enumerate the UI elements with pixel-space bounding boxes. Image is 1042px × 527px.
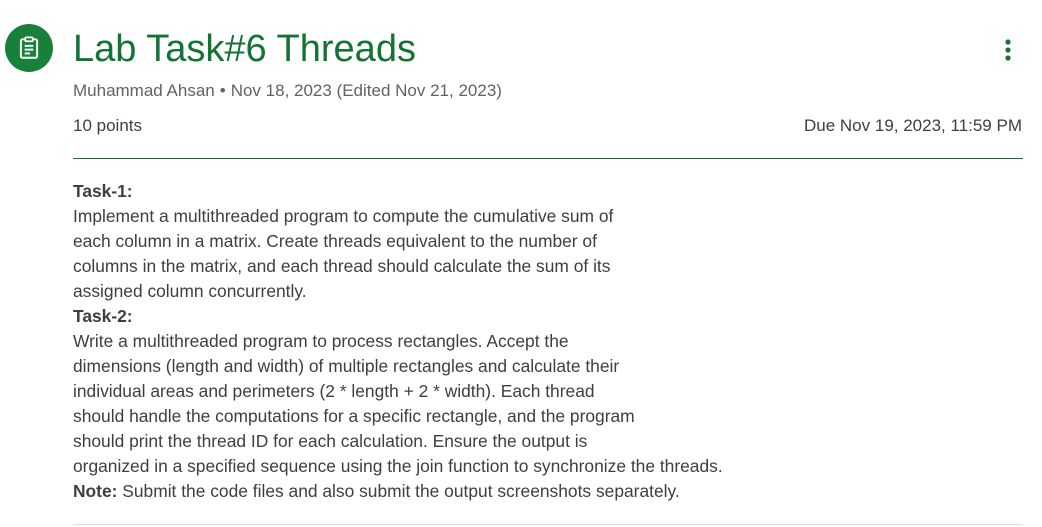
instructions: Task-1: Implement a multithreaded progra…	[73, 179, 833, 504]
instruction-line: Implement a multithreaded program to com…	[73, 206, 614, 226]
clipboard-icon	[19, 36, 39, 59]
points-label: 10 points	[73, 116, 142, 135]
due-date: Due Nov 19, 2023, 11:59 PM	[804, 116, 1022, 135]
instruction-line: organized in a specified sequence using …	[73, 456, 723, 476]
instruction-line: Write a multithreaded program to process…	[73, 331, 569, 351]
instruction-line: individual areas and perimeters (2 * len…	[73, 381, 595, 401]
instruction-line: columns in the matrix, and each thread s…	[73, 256, 611, 276]
more-vert-icon	[1005, 39, 1011, 61]
posted-date: Nov 18, 2023 (Edited Nov 21, 2023)	[230, 81, 502, 100]
note-text: Submit the code files and also submit th…	[117, 481, 680, 501]
instruction-line: each column in a matrix. Create threads …	[73, 231, 597, 251]
meta-separator: •	[219, 81, 226, 100]
author-name: Muhammad Ahsan	[73, 81, 215, 100]
note-label: Note:	[73, 481, 118, 501]
more-options-button[interactable]	[988, 30, 1028, 70]
assignment-meta: Muhammad Ahsan • Nov 18, 2023 (Edited Nov …	[73, 80, 502, 102]
header-divider	[73, 158, 1023, 159]
bottom-divider	[73, 524, 1023, 525]
assignment-icon	[5, 24, 53, 72]
instruction-line: assigned column concurrently.	[73, 281, 307, 301]
instruction-line: should handle the computations for a spe…	[73, 406, 635, 426]
instruction-line: should print the thread ID for each calc…	[73, 431, 588, 451]
page-title: Lab Task#6 Threads	[73, 28, 416, 70]
instruction-line: dimensions (length and width) of multipl…	[73, 356, 620, 376]
task2-heading: Task-2:	[73, 306, 133, 326]
task1-heading: Task-1:	[73, 181, 133, 201]
note-line: Note: Submit the code files and also sub…	[73, 479, 833, 504]
